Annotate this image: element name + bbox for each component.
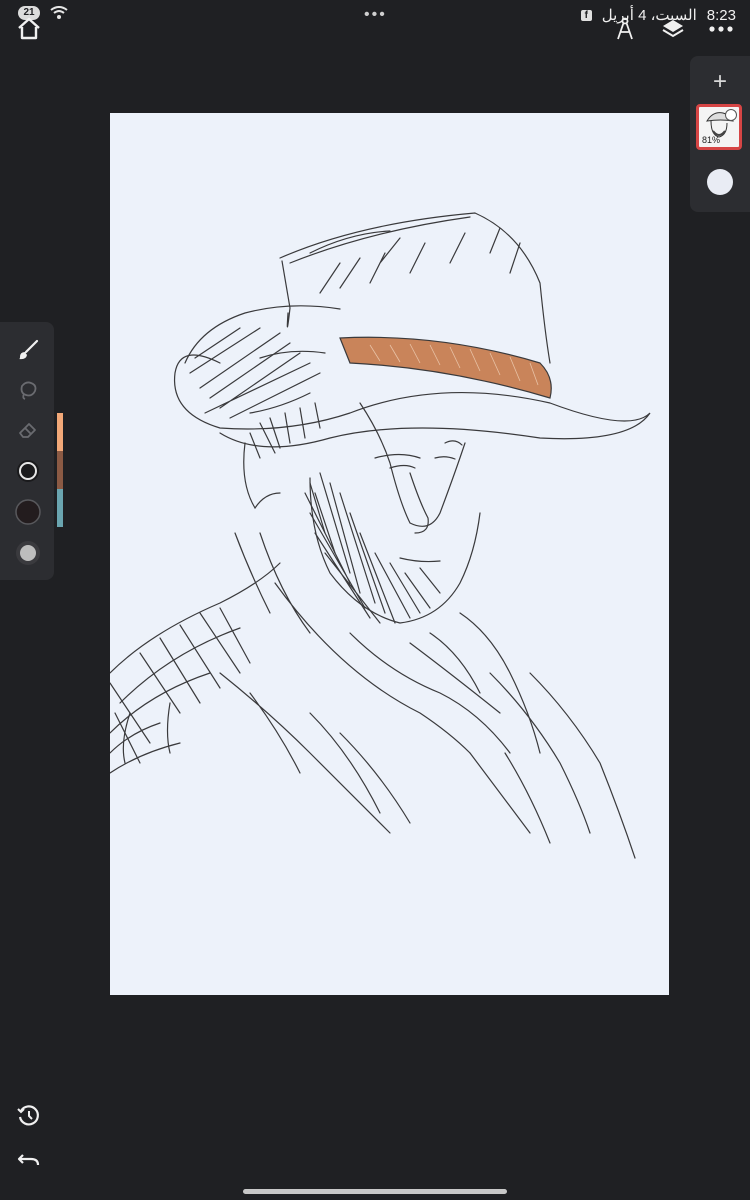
undo-icon[interactable] bbox=[16, 1146, 42, 1172]
facebook-icon: f bbox=[580, 9, 592, 21]
drawing-canvas[interactable] bbox=[110, 113, 669, 995]
compass-icon[interactable] bbox=[612, 16, 638, 42]
more-icon[interactable] bbox=[708, 16, 734, 42]
sketch-artwork bbox=[110, 212, 651, 859]
layers-panel: + 81% bbox=[690, 56, 750, 212]
recent-colors bbox=[57, 413, 63, 527]
home-icon[interactable] bbox=[16, 16, 42, 42]
wifi-icon bbox=[50, 6, 68, 19]
lasso-icon[interactable] bbox=[12, 374, 44, 406]
add-layer-button[interactable]: + bbox=[708, 70, 732, 94]
top-toolbar bbox=[612, 16, 734, 42]
brush-size-icon[interactable] bbox=[12, 455, 44, 487]
layers-icon[interactable] bbox=[660, 16, 686, 42]
visibility-icon[interactable] bbox=[725, 109, 737, 121]
recent-color-swatch[interactable] bbox=[57, 489, 63, 527]
background-layer-button[interactable] bbox=[707, 169, 733, 195]
color-icon[interactable] bbox=[12, 496, 44, 528]
layer-thumbnail[interactable]: 81% bbox=[696, 104, 742, 150]
layer-opacity: 81% bbox=[702, 135, 721, 145]
brush-icon[interactable] bbox=[12, 334, 44, 366]
history-icon[interactable] bbox=[16, 1103, 42, 1129]
tool-sidebar bbox=[0, 322, 54, 580]
recent-color-swatch[interactable] bbox=[57, 413, 63, 451]
opacity-icon[interactable] bbox=[12, 537, 44, 569]
home-indicator[interactable] bbox=[243, 1189, 507, 1194]
recent-color-swatch[interactable] bbox=[57, 451, 63, 489]
eraser-icon[interactable] bbox=[12, 414, 44, 446]
multiwindow-handle[interactable]: ••• bbox=[364, 6, 387, 24]
